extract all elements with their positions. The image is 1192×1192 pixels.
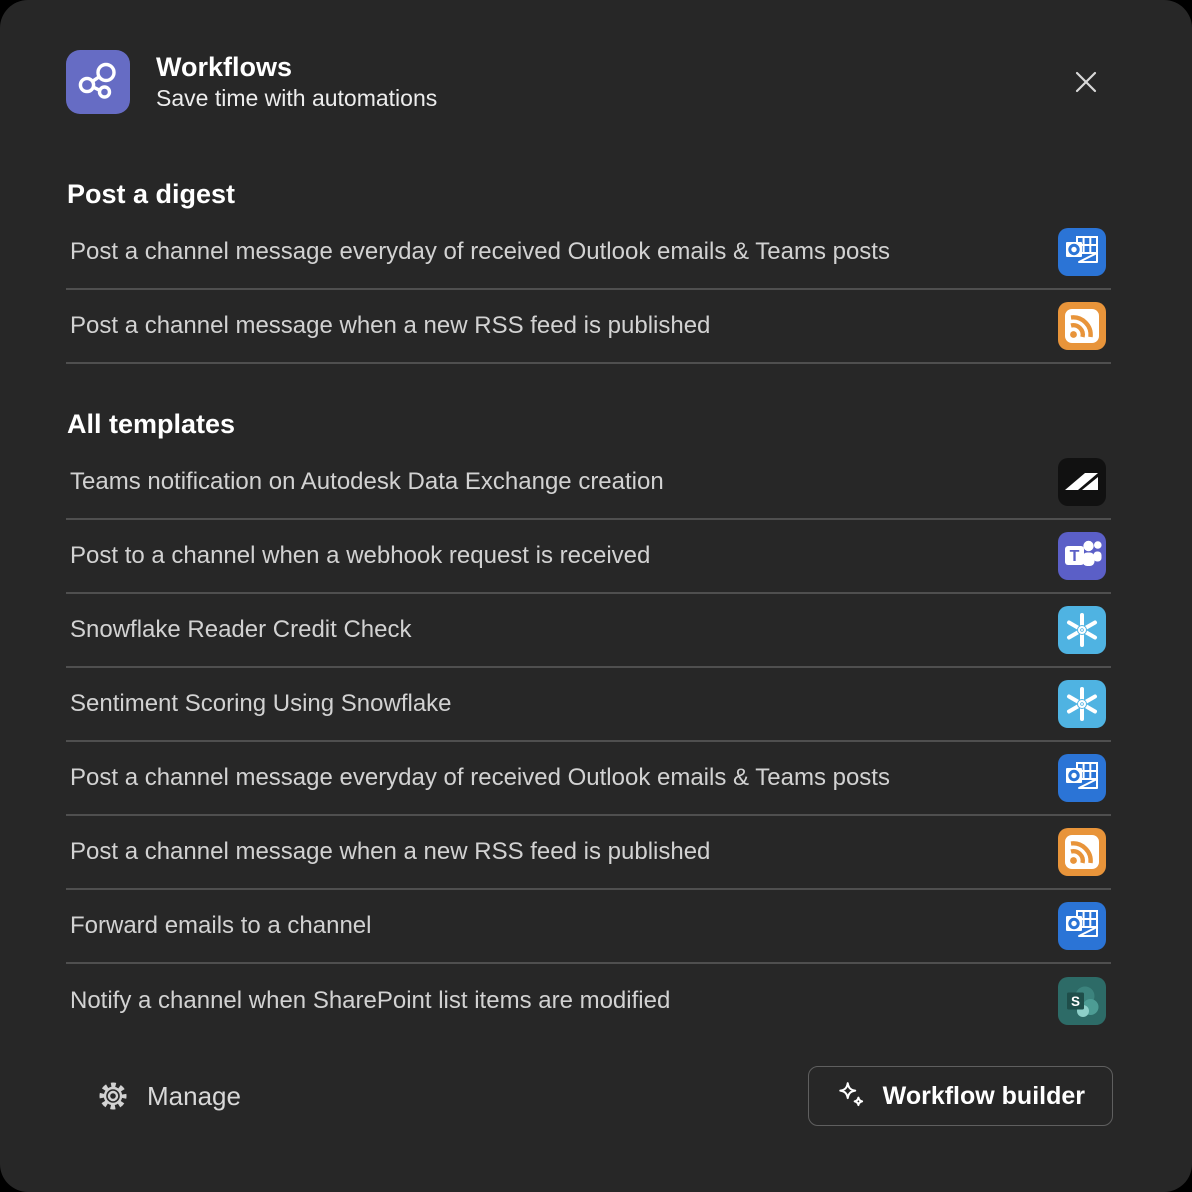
- template-row[interactable]: Post to a channel when a webhook request…: [66, 520, 1111, 594]
- teams-icon: T: [1058, 532, 1106, 580]
- template-row[interactable]: Forward emails to a channel: [66, 890, 1111, 964]
- workflow-builder-button[interactable]: Workflow builder: [808, 1066, 1113, 1126]
- template-label: Snowflake Reader Credit Check: [70, 615, 418, 645]
- template-label: Post a channel message when a new RSS fe…: [70, 837, 716, 867]
- svg-text:T: T: [1070, 548, 1080, 565]
- dialog-title: Workflows: [156, 51, 437, 83]
- template-label: Sentiment Scoring Using Snowflake: [70, 689, 458, 719]
- gear-icon: [96, 1079, 130, 1113]
- workflows-icon: [66, 50, 130, 114]
- rss-icon: [1058, 302, 1106, 350]
- section-heading: Post a digest: [66, 178, 1111, 210]
- template-row[interactable]: Post a channel message everyday of recei…: [66, 216, 1111, 290]
- manage-button[interactable]: Manage: [96, 1079, 241, 1113]
- section-post-a-digest: Post a digest Post a channel message ever…: [66, 178, 1111, 364]
- close-icon: [1069, 65, 1103, 99]
- sharepoint-icon: S: [1058, 977, 1106, 1025]
- template-row[interactable]: Teams notification on Autodesk Data Exch…: [66, 446, 1111, 520]
- template-label: Post a channel message when a new RSS fe…: [70, 311, 716, 341]
- dialog-header: Workflows Save time with automations: [66, 50, 1052, 114]
- section-all-templates: All templates Teams notification on Autod…: [66, 408, 1111, 1038]
- template-label: Teams notification on Autodesk Data Exch…: [70, 467, 670, 497]
- dialog-footer: Manage Workflow builder: [66, 1066, 1113, 1126]
- snowflake-icon: [1058, 680, 1106, 728]
- template-label: Notify a channel when SharePoint list it…: [70, 986, 676, 1016]
- template-label: Post to a channel when a webhook request…: [70, 541, 656, 571]
- template-label: Post a channel message everyday of recei…: [70, 763, 896, 793]
- autodesk-icon: [1058, 458, 1106, 506]
- dialog-header-text: Workflows Save time with automations: [156, 51, 437, 113]
- workflows-dialog: Workflows Save time with automations Pos…: [0, 0, 1192, 1192]
- outlook-icon: [1058, 754, 1106, 802]
- manage-label: Manage: [147, 1081, 241, 1112]
- snowflake-icon: [1058, 606, 1106, 654]
- outlook-icon: [1058, 902, 1106, 950]
- svg-text:S: S: [1071, 994, 1080, 1009]
- template-row[interactable]: Snowflake Reader Credit Check: [66, 594, 1111, 668]
- template-row[interactable]: Sentiment Scoring Using Snowflake: [66, 668, 1111, 742]
- template-label: Forward emails to a channel: [70, 911, 377, 941]
- template-row[interactable]: Notify a channel when SharePoint list it…: [66, 964, 1111, 1038]
- template-row[interactable]: Post a channel message when a new RSS fe…: [66, 816, 1111, 890]
- rss-icon: [1058, 828, 1106, 876]
- section-heading: All templates: [66, 408, 1111, 440]
- workflow-builder-label: Workflow builder: [883, 1082, 1085, 1111]
- outlook-icon: [1058, 228, 1106, 276]
- template-row[interactable]: Post a channel message everyday of recei…: [66, 742, 1111, 816]
- sparkles-icon: [836, 1080, 868, 1112]
- template-row[interactable]: Post a channel message when a new RSS fe…: [66, 290, 1111, 364]
- close-button[interactable]: [1066, 62, 1106, 102]
- template-label: Post a channel message everyday of recei…: [70, 237, 896, 267]
- template-sections: Post a digest Post a channel message ever…: [66, 178, 1111, 1038]
- dialog-subtitle: Save time with automations: [156, 83, 437, 113]
